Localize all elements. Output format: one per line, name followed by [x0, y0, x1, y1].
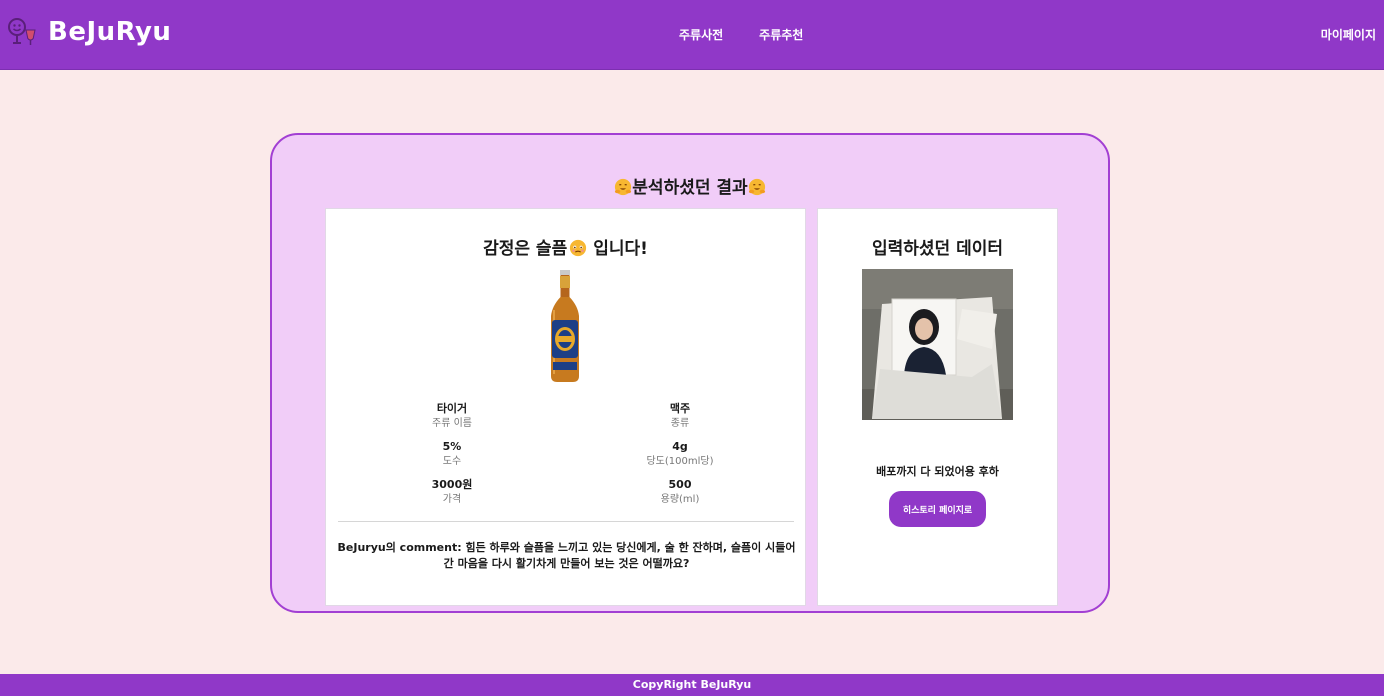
logo-text: BeJuRyu — [48, 17, 172, 47]
drink-volume-label: 용량(ml) — [660, 494, 700, 505]
drink-price-cell: 3000원 가격 — [332, 477, 572, 507]
footer: CopyRight BeJuRyu — [0, 674, 1384, 696]
beer-bottle-image — [551, 270, 579, 382]
drink-name-value: 타이거 — [436, 402, 468, 415]
drink-sugar-label: 당도(100ml당) — [646, 456, 714, 467]
input-data-title: 입력하셨던 데이터 — [871, 239, 1004, 259]
history-page-button[interactable]: 히스토리 페이지로 — [889, 491, 986, 527]
drink-abv-cell: 5% 도수 — [332, 439, 572, 469]
drink-type-cell: 맥주 종류 — [560, 401, 800, 431]
hugging-face-icon — [748, 178, 765, 196]
wine-glasses-icon — [8, 18, 36, 45]
emotion-result-card: 감정은 슬픔 입니다! 타이거 주류 이름 맥주 종류 5% 도수 4g 당도(… — [325, 208, 806, 606]
nav-mypage[interactable]: 마이페이지 — [1321, 26, 1376, 43]
emotion-title-suffix: 입니다! — [593, 239, 648, 259]
emotion-title: 감정은 슬픔 입니다! — [326, 234, 805, 259]
emotion-title-prefix: 감정은 슬픔 — [483, 239, 568, 259]
deploy-status-text: 배포까지 다 되었어용 후하 — [876, 465, 999, 478]
drink-abv-label: 도수 — [442, 456, 462, 467]
copyright-text: CopyRight BeJuRyu — [632, 678, 752, 691]
drink-type-value: 맥주 — [669, 402, 691, 415]
top-navbar: BeJuRyu 주류사전 주류추천 마이페이지 — [0, 0, 1384, 70]
main-nav: 주류사전 주류추천 — [679, 26, 803, 43]
hugging-face-icon — [615, 178, 632, 196]
drink-price-value: 3000원 — [431, 478, 473, 491]
divider — [338, 521, 794, 522]
drink-price-label: 가격 — [442, 494, 462, 505]
input-data-card: 입력하셨던 데이터 배포까지 다 되었어용 후하 히스토리 페이지로 — [817, 208, 1058, 606]
uploaded-photo — [862, 269, 1013, 420]
drink-volume-value: 500 — [668, 478, 692, 491]
drink-sugar-cell: 4g 당도(100ml당) — [560, 439, 800, 469]
drink-type-label: 종류 — [670, 418, 690, 429]
logo[interactable]: BeJuRyu — [6, 16, 171, 48]
nav-liquor-recommendation[interactable]: 주류추천 — [759, 26, 803, 43]
result-panel: 분석하셨던 결과 감정은 슬픔 입니다! 타이거 주류 이름 맥주 종류 5% … — [270, 133, 1110, 613]
drink-sugar-value: 4g — [672, 440, 688, 453]
result-title-text: 분석하셨던 결과 — [632, 178, 748, 198]
drink-name-label: 주류 이름 — [432, 418, 472, 429]
nav-liquor-dictionary[interactable]: 주류사전 — [679, 26, 723, 43]
result-title: 분석하셨던 결과 — [272, 173, 1108, 198]
drink-abv-value: 5% — [442, 440, 462, 453]
sad-face-icon — [570, 239, 587, 257]
recommendation-comment: BeJuryu의 comment: 힘든 하루와 슬픔을 느끼고 있는 당신에게… — [337, 541, 796, 570]
drink-volume-cell: 500 용량(ml) — [560, 477, 800, 507]
drink-name-cell: 타이거 주류 이름 — [332, 401, 572, 431]
